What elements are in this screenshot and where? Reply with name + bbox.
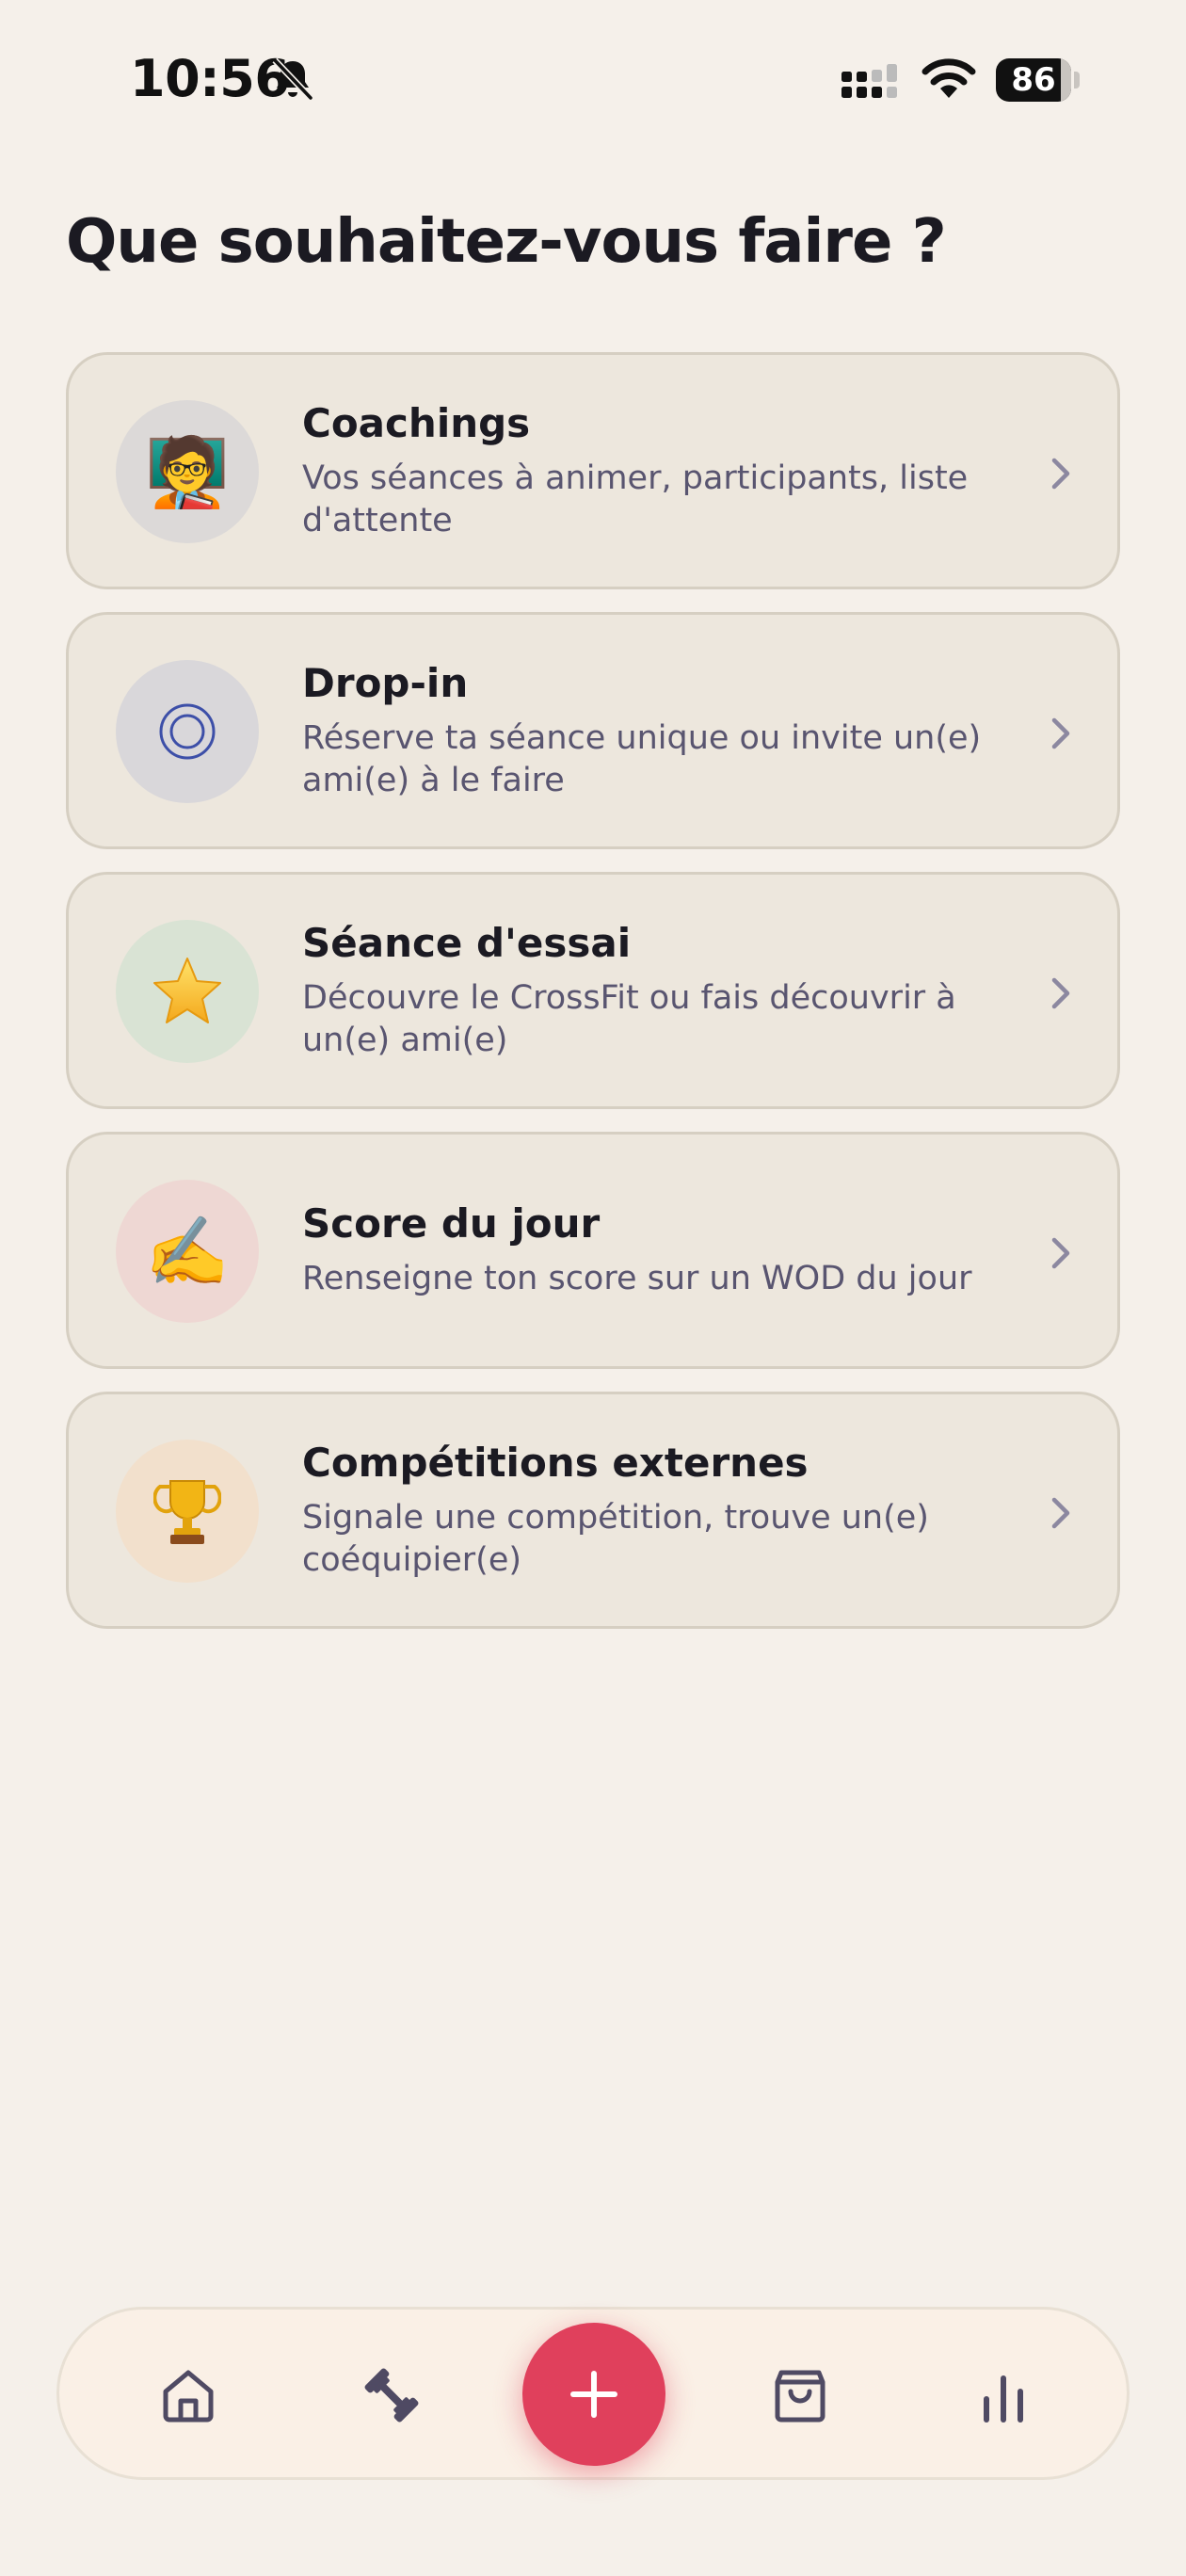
card-description: Découvre le CrossFit ou fais découvrir à… xyxy=(302,978,956,1059)
nav-workout[interactable] xyxy=(359,2362,425,2428)
dumbbell-icon xyxy=(364,2368,419,2423)
star-emoji-icon xyxy=(116,920,259,1063)
status-time: 10:56 xyxy=(130,49,290,108)
cellular-signal-icon xyxy=(841,64,897,98)
trophy-glyph xyxy=(153,1480,221,1544)
home-icon xyxy=(163,2370,214,2423)
nav-home[interactable] xyxy=(155,2362,221,2428)
card-coachings[interactable]: 🧑‍🏫 Coachings Vos séances à animer, part… xyxy=(66,352,1120,589)
bottom-nav xyxy=(56,2307,1130,2480)
card-title: Drop-in xyxy=(302,659,469,706)
card-text: Drop-in Réserve ta séance unique ou invi… xyxy=(302,615,1018,846)
action-list: 🧑‍🏫 Coachings Vos séances à animer, part… xyxy=(66,352,1120,1651)
chevron-right-icon xyxy=(1051,1497,1070,1529)
target-circle-glyph xyxy=(159,703,216,760)
battery-indicator: 86 xyxy=(996,58,1081,102)
card-description: Renseigne ton score sur un WOD du jour xyxy=(302,1260,972,1297)
bar-chart-icon xyxy=(984,2375,1023,2423)
plus-icon xyxy=(570,2371,617,2418)
card-competitions-externes[interactable]: Compétitions externes Signale une compét… xyxy=(66,1392,1120,1629)
teacher-emoji-icon: 🧑‍🏫 xyxy=(116,400,259,543)
card-glyph: ✍️ xyxy=(145,1212,230,1291)
trophy-emoji-icon xyxy=(116,1440,259,1583)
page-title: Que souhaitez-vous faire ? xyxy=(66,207,947,277)
target-circle-icon xyxy=(116,660,259,803)
card-text: Score du jour Renseigne ton score sur un… xyxy=(302,1135,1018,1366)
nav-shop[interactable] xyxy=(767,2362,833,2428)
battery-body: 86 xyxy=(996,58,1071,102)
card-glyph: 🧑‍🏫 xyxy=(145,432,230,511)
status-bar: 10:56 86 xyxy=(0,0,1186,160)
card-text: Coachings Vos séances à animer, particip… xyxy=(302,355,1018,587)
wifi-icon xyxy=(922,58,976,98)
card-description: Réserve ta séance unique ou invite un(e)… xyxy=(302,718,982,799)
card-seance-essai[interactable]: Séance d'essai Découvre le CrossFit ou f… xyxy=(66,872,1120,1109)
screen: 10:56 86 xyxy=(0,0,1186,2576)
writing-hand-emoji-icon: ✍️ xyxy=(116,1180,259,1323)
chevron-right-icon xyxy=(1051,977,1070,1009)
card-title: Coachings xyxy=(302,399,531,446)
chevron-right-icon xyxy=(1051,458,1070,490)
card-text: Compétitions externes Signale une compét… xyxy=(302,1394,1018,1626)
card-score-du-jour[interactable]: ✍️ Score du jour Renseigne ton score sur… xyxy=(66,1132,1120,1369)
card-text: Séance d'essai Découvre le CrossFit ou f… xyxy=(302,875,1018,1106)
card-title: Compétitions externes xyxy=(302,1439,809,1486)
card-drop-in[interactable]: Drop-in Réserve ta séance unique ou invi… xyxy=(66,612,1120,849)
battery-cap xyxy=(1074,72,1080,89)
star-glyph xyxy=(153,958,221,1023)
card-title: Séance d'essai xyxy=(302,919,632,966)
add-button[interactable] xyxy=(522,2323,665,2466)
bell-muted-icon xyxy=(272,57,313,101)
chevron-right-icon xyxy=(1051,717,1070,749)
card-description: Signale une compétition, trouve un(e) co… xyxy=(302,1498,929,1579)
shopping-bag-icon xyxy=(775,2370,825,2423)
battery-percent: 86 xyxy=(1011,61,1056,99)
card-description: Vos séances à animer, participants, list… xyxy=(302,459,969,539)
card-title: Score du jour xyxy=(302,1200,601,1247)
nav-stats[interactable] xyxy=(970,2362,1036,2428)
chevron-right-icon xyxy=(1051,1237,1070,1269)
